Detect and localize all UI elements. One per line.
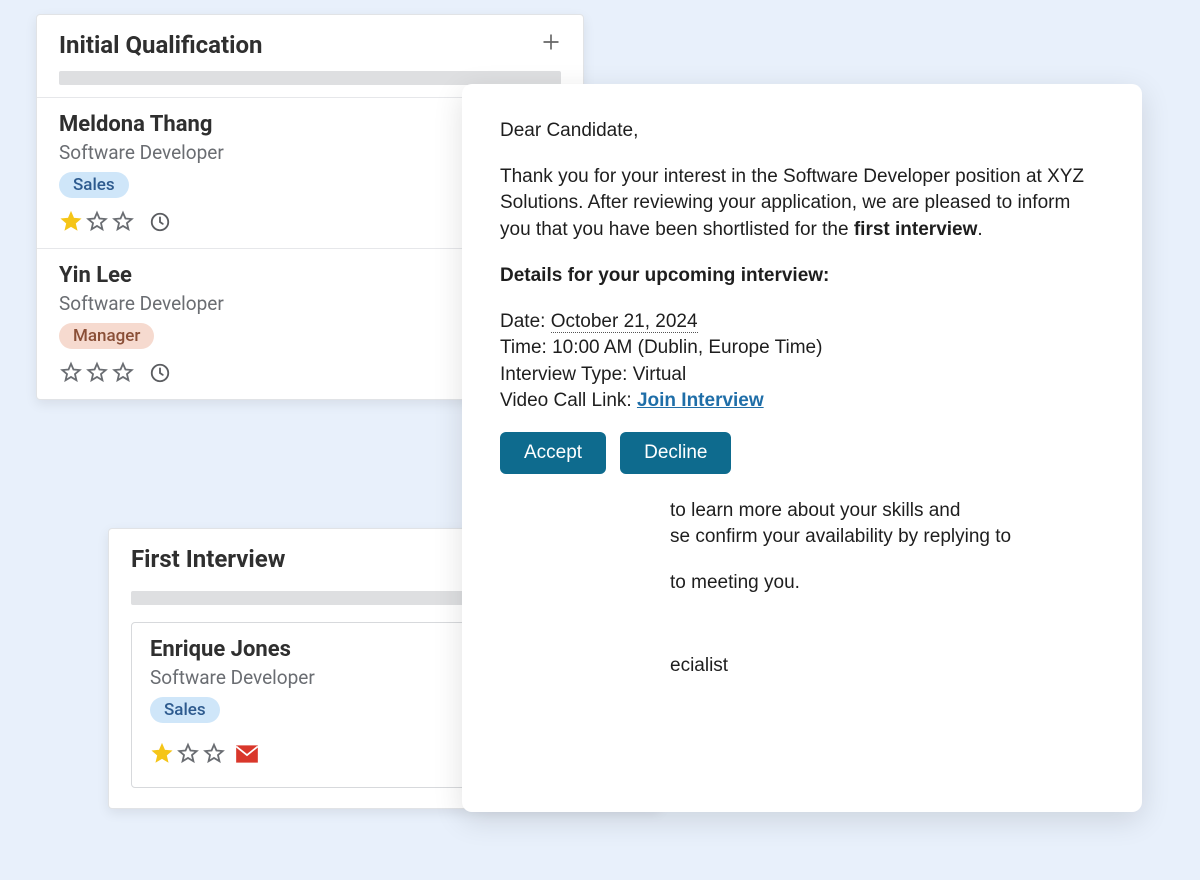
- clock-icon: [149, 211, 171, 233]
- star-rating[interactable]: [59, 210, 135, 234]
- email-para-skills: to learn more about your skills and: [500, 498, 1104, 524]
- footer-left: [59, 210, 171, 234]
- footer-left: [59, 361, 171, 385]
- add-card-icon[interactable]: [541, 32, 561, 58]
- email-time: Time: 10:00 AM (Dublin, Europe Time): [500, 335, 1104, 361]
- email-interview-type: Interview Type: Virtual: [500, 362, 1104, 388]
- clock-icon: [149, 362, 171, 384]
- tag-sales: Sales: [150, 697, 220, 723]
- email-details-heading: Details for your upcoming interview:: [500, 263, 1104, 289]
- email-para-confirm: se confirm your availability by replying…: [500, 524, 1104, 550]
- star-icon: [59, 210, 83, 234]
- footer-left: [150, 742, 260, 766]
- email-action-buttons: Accept Decline: [500, 432, 1104, 474]
- star-icon: [150, 742, 174, 766]
- star-icon: [202, 742, 226, 766]
- email-signature-role: ecialist: [500, 653, 1104, 679]
- email-para-meeting: to meeting you.: [500, 570, 1104, 596]
- progress-bar: [131, 591, 511, 605]
- tag-manager: Manager: [59, 323, 154, 349]
- star-rating[interactable]: [59, 361, 135, 385]
- mail-icon[interactable]: [234, 743, 260, 765]
- column-header: Initial Qualification: [37, 15, 583, 67]
- star-icon: [85, 210, 109, 234]
- progress-bar: [59, 71, 561, 85]
- star-icon: [111, 361, 135, 385]
- star-icon: [59, 361, 83, 385]
- tag-sales: Sales: [59, 172, 129, 198]
- email-intro: Thank you for your interest in the Softw…: [500, 164, 1104, 243]
- column-title: Initial Qualification: [59, 31, 262, 59]
- email-greeting: Dear Candidate,: [500, 118, 1104, 144]
- star-icon: [85, 361, 109, 385]
- decline-button[interactable]: Decline: [620, 432, 731, 474]
- accept-button[interactable]: Accept: [500, 432, 606, 474]
- star-rating[interactable]: [150, 742, 226, 766]
- join-interview-link[interactable]: Join Interview: [637, 390, 764, 411]
- star-icon: [176, 742, 200, 766]
- star-icon: [111, 210, 135, 234]
- email-date: Date: October 21, 2024: [500, 309, 1104, 335]
- email-date-value: October 21, 2024: [551, 311, 698, 333]
- email-body: Dear Candidate, Thank you for your inter…: [500, 118, 1104, 679]
- email-link-line: Video Call Link: Join Interview: [500, 388, 1104, 414]
- email-preview-panel: Dear Candidate, Thank you for your inter…: [462, 84, 1142, 812]
- column-title: First Interview: [131, 545, 285, 573]
